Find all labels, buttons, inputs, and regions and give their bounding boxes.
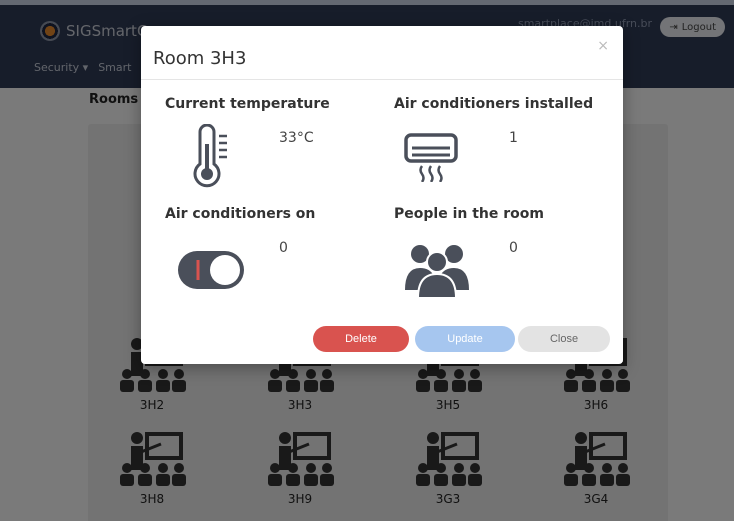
people-label: People in the room (394, 206, 544, 222)
people-icon (405, 245, 469, 299)
thermometer-icon (193, 124, 227, 188)
ac-on-label: Air conditioners on (165, 206, 316, 222)
ac-installed-label: Air conditioners installed (394, 96, 594, 112)
air-conditioner-icon (404, 133, 458, 182)
modal-divider (141, 79, 623, 80)
modal-title: Room 3H3 (153, 48, 247, 69)
people-value: 0 (509, 240, 518, 256)
close-button[interactable]: Close (518, 326, 610, 352)
current-temperature-value: 33°C (279, 130, 314, 146)
ac-on-value: 0 (279, 240, 288, 256)
close-icon[interactable]: × (597, 38, 609, 54)
room-details-modal: Room 3H3 × Current temperature 33°C Air … (141, 26, 623, 364)
delete-button[interactable]: Delete (313, 326, 409, 352)
current-temperature-label: Current temperature (165, 96, 330, 112)
ac-installed-value: 1 (509, 130, 518, 146)
update-button[interactable]: Update (415, 326, 515, 352)
toggle-icon (178, 251, 244, 289)
